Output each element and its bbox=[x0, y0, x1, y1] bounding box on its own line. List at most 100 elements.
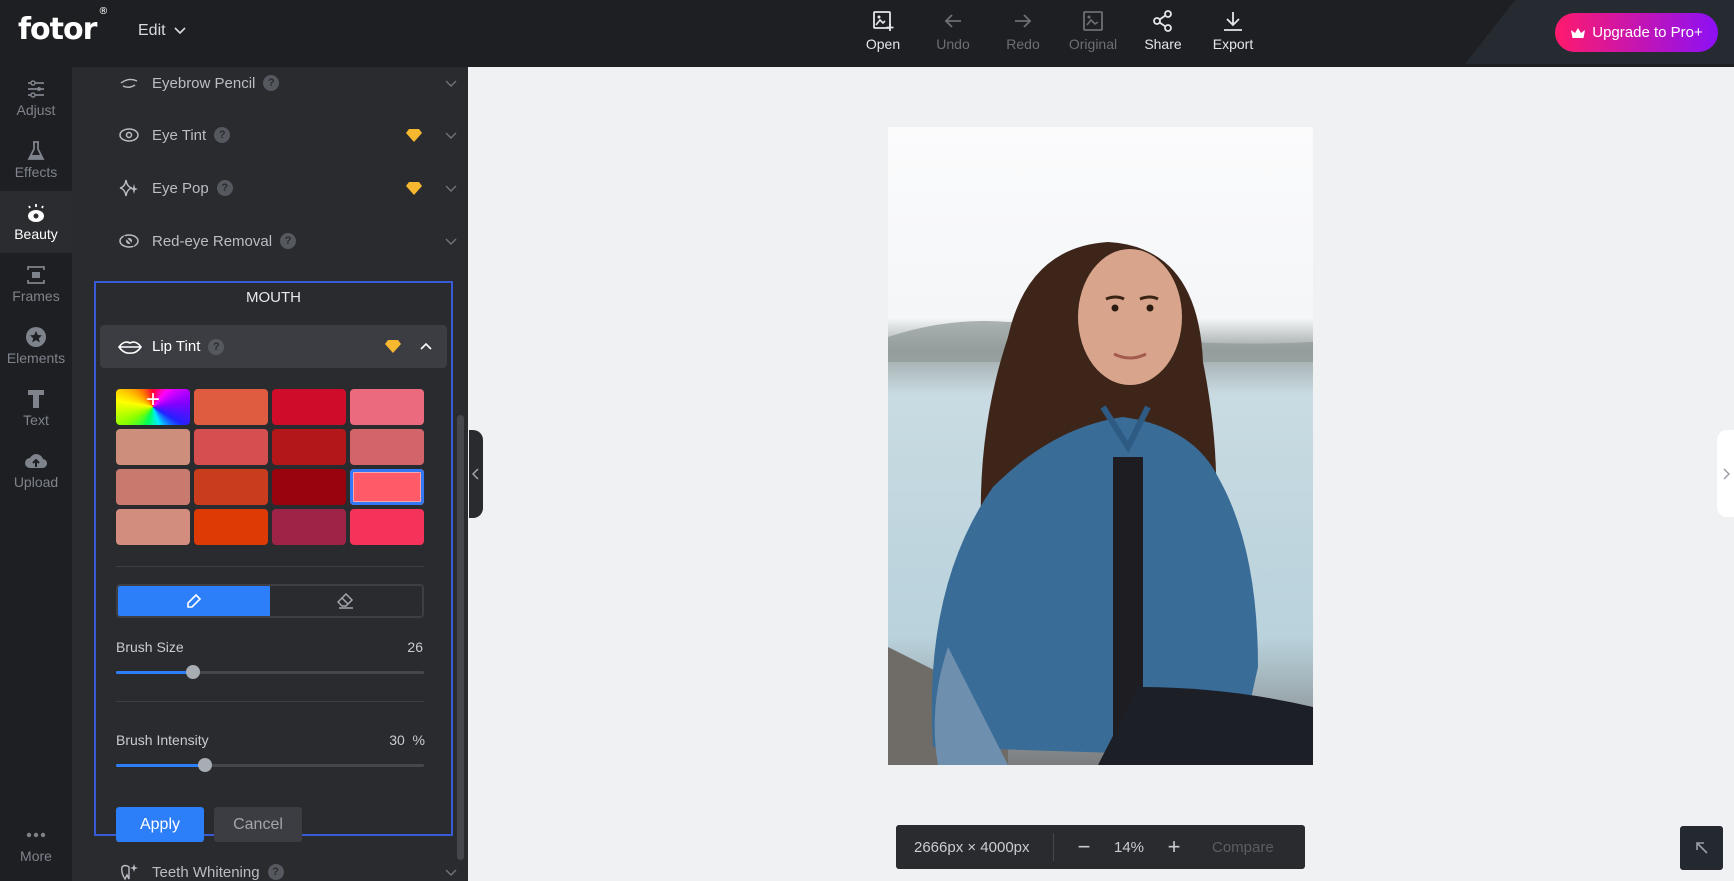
chevron-down-icon bbox=[445, 238, 457, 245]
chevron-up-icon[interactable] bbox=[419, 340, 433, 354]
brush-intensity-value: 30 % bbox=[389, 732, 425, 748]
feature-lip-tint[interactable]: Lip Tint ? bbox=[100, 325, 447, 368]
help-icon[interactable]: ? bbox=[267, 864, 284, 880]
registered-mark: ® bbox=[98, 6, 108, 17]
export-label: Export bbox=[1212, 36, 1254, 52]
chevron-down-icon bbox=[445, 185, 457, 192]
frame-icon bbox=[27, 266, 45, 284]
help-icon[interactable]: ? bbox=[214, 127, 231, 143]
slider-knob[interactable] bbox=[198, 758, 213, 772]
brush-size-value: 26 bbox=[407, 639, 423, 655]
upgrade-button[interactable]: Upgrade to Pro+ bbox=[1555, 13, 1718, 52]
rail-item-upload[interactable]: Upload bbox=[0, 439, 72, 501]
custom-color-swatch[interactable] bbox=[116, 386, 190, 425]
chevron-down-icon bbox=[445, 80, 457, 87]
feature-eye-pop[interactable]: Eye Pop ? bbox=[118, 173, 458, 203]
brush-mode-toggle bbox=[116, 584, 424, 618]
redo-button[interactable]: Redo bbox=[988, 9, 1058, 52]
feature-teeth-whitening[interactable]: Teeth Whitening ? bbox=[118, 857, 458, 881]
color-swatch[interactable] bbox=[272, 389, 346, 425]
pencil-icon bbox=[187, 593, 202, 608]
export-button[interactable]: Export bbox=[1198, 9, 1268, 52]
fotor-logo[interactable]: fotor® bbox=[18, 6, 108, 47]
rail-item-adjust[interactable]: Adjust bbox=[0, 67, 72, 129]
rail-label: Upload bbox=[13, 474, 59, 490]
rail-item-frames[interactable]: Frames bbox=[0, 253, 72, 315]
cancel-button[interactable]: Cancel bbox=[214, 807, 302, 842]
color-swatch[interactable] bbox=[350, 469, 424, 505]
rail-label: Adjust bbox=[16, 102, 56, 118]
feature-eyebrow-pencil[interactable]: Eyebrow Pencil ? bbox=[118, 68, 458, 98]
help-icon[interactable]: ? bbox=[216, 180, 233, 196]
rail-label: Beauty bbox=[14, 226, 58, 242]
feature-label: Eye Tint bbox=[152, 126, 207, 144]
collapse-panel-button[interactable] bbox=[469, 430, 483, 518]
feature-red-eye-removal[interactable]: Red-eye Removal ? bbox=[118, 226, 458, 256]
edit-menu[interactable]: Edit bbox=[138, 22, 186, 40]
edit-menu-label: Edit bbox=[138, 22, 166, 39]
brush-size-slider[interactable] bbox=[116, 665, 424, 679]
eye-icon bbox=[118, 124, 140, 146]
color-swatch[interactable] bbox=[350, 389, 424, 425]
feature-label: Eyebrow Pencil bbox=[152, 74, 256, 92]
color-swatch[interactable] bbox=[194, 469, 268, 505]
color-swatch[interactable] bbox=[116, 509, 190, 545]
slider-knob[interactable] bbox=[186, 665, 200, 679]
undo-button[interactable]: Undo bbox=[918, 9, 988, 52]
divider bbox=[116, 701, 424, 702]
chevron-down-icon bbox=[445, 869, 457, 876]
red-eye-icon bbox=[118, 230, 140, 252]
eraser-mode-button[interactable] bbox=[270, 586, 422, 616]
expand-right-panel-button[interactable] bbox=[1717, 430, 1734, 517]
canvas-zoom-bar: 2666px × 4000px − 14% + Compare bbox=[896, 825, 1305, 869]
panel-scrollbar[interactable] bbox=[457, 415, 464, 860]
brush-intensity-slider[interactable] bbox=[116, 758, 424, 772]
flask-icon bbox=[27, 141, 45, 160]
rail-item-effects[interactable]: Effects bbox=[0, 129, 72, 191]
share-icon bbox=[1153, 10, 1172, 32]
download-icon bbox=[1224, 12, 1242, 31]
color-swatch[interactable] bbox=[116, 429, 190, 465]
section-title: MOUTH bbox=[246, 289, 301, 306]
share-button[interactable]: Share bbox=[1128, 9, 1198, 52]
color-swatch[interactable] bbox=[194, 509, 268, 545]
help-icon[interactable]: ? bbox=[263, 75, 280, 91]
rail-label: Elements bbox=[6, 350, 66, 366]
apply-button[interactable]: Apply bbox=[116, 807, 204, 842]
zoom-out-button[interactable]: − bbox=[1074, 834, 1094, 860]
rail-item-elements[interactable]: Elements bbox=[0, 315, 72, 377]
chevron-down-icon bbox=[445, 132, 457, 139]
help-icon[interactable]: ? bbox=[208, 338, 225, 355]
more-dots-icon bbox=[26, 832, 46, 838]
rail-item-beauty[interactable]: Beauty bbox=[0, 191, 72, 253]
pro-gem-icon bbox=[385, 340, 401, 353]
help-icon[interactable]: ? bbox=[280, 233, 297, 249]
fit-screen-button[interactable] bbox=[1680, 826, 1723, 870]
photo-canvas[interactable] bbox=[888, 127, 1313, 765]
original-label: Original bbox=[1068, 36, 1118, 52]
intensity-number: 30 bbox=[389, 732, 405, 748]
color-swatch[interactable] bbox=[272, 429, 346, 465]
feature-label: Red-eye Removal bbox=[152, 232, 273, 250]
color-swatch[interactable] bbox=[350, 429, 424, 465]
toolbar: Open Undo Redo Original Share Export bbox=[848, 9, 1268, 52]
color-swatch[interactable] bbox=[350, 509, 424, 545]
color-swatch[interactable] bbox=[272, 469, 346, 505]
original-button[interactable]: Original bbox=[1058, 9, 1128, 52]
open-button[interactable]: Open bbox=[848, 9, 918, 52]
color-swatch[interactable] bbox=[194, 429, 268, 465]
feature-eye-tint[interactable]: Eye Tint ? bbox=[118, 120, 458, 150]
brush-mode-button[interactable] bbox=[118, 586, 270, 616]
zoom-in-button[interactable]: + bbox=[1164, 834, 1184, 860]
sparkle-icon bbox=[118, 177, 140, 199]
color-swatch[interactable] bbox=[272, 509, 346, 545]
chevron-right-icon bbox=[1722, 467, 1730, 480]
compare-button[interactable]: Compare bbox=[1212, 839, 1274, 856]
text-icon bbox=[28, 390, 44, 408]
color-swatch[interactable] bbox=[194, 389, 268, 425]
rail-item-more[interactable]: More bbox=[0, 813, 72, 875]
rail-label: Frames bbox=[12, 288, 60, 304]
color-swatch-grid bbox=[116, 386, 424, 545]
color-swatch[interactable] bbox=[116, 469, 190, 505]
rail-item-text[interactable]: Text bbox=[0, 377, 72, 439]
